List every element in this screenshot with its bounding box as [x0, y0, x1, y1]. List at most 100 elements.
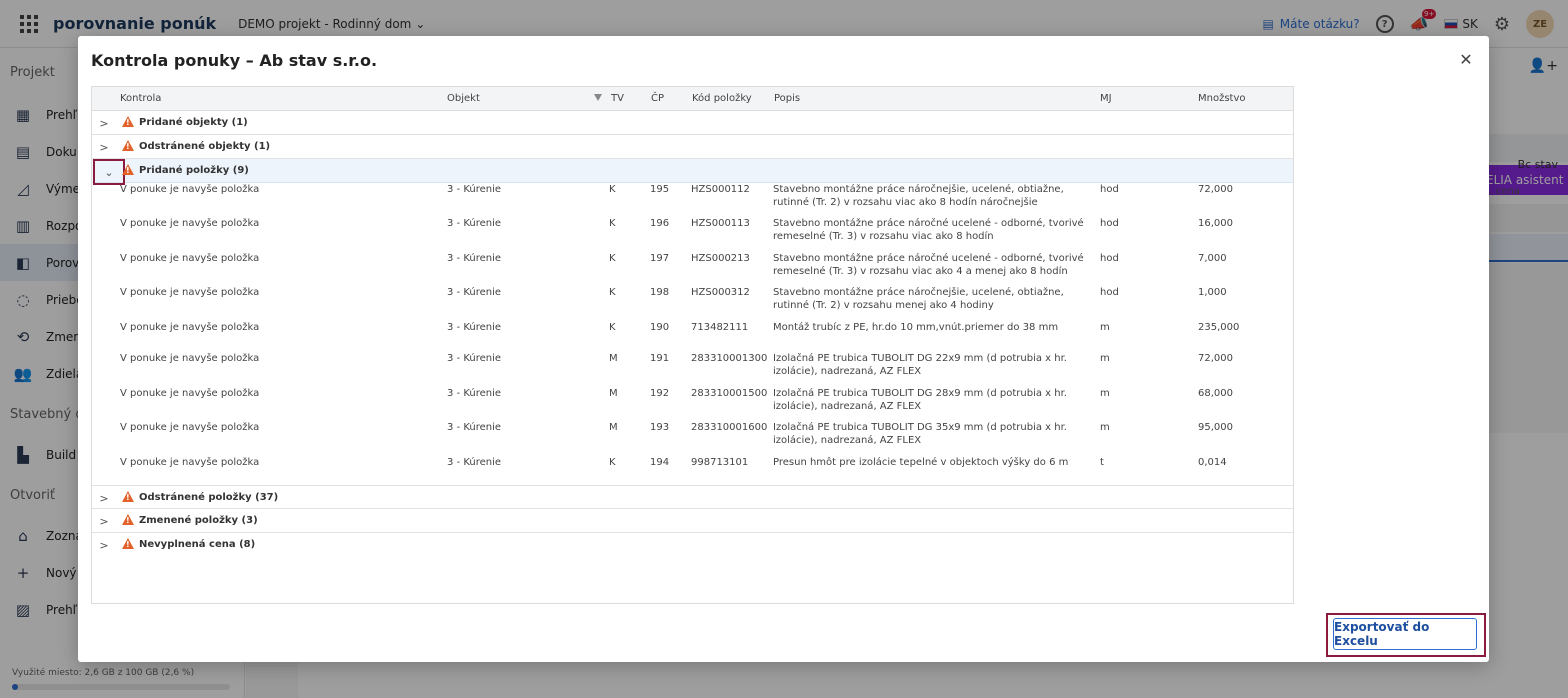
cell-objekt: 3 - Kúrenie — [447, 353, 502, 364]
cell-mnozstvo: 72,000 — [1198, 353, 1233, 364]
cell-cp: 193 — [650, 422, 670, 433]
cell-mnozstvo: 68,000 — [1198, 388, 1233, 399]
column-header-objekt[interactable]: Objekt — [447, 87, 480, 111]
cell-kod: 998713101 — [691, 457, 749, 468]
cell-popis: Stavebno montážne práce náročné ucelené … — [773, 253, 1084, 277]
chevron-right-icon[interactable]: > — [92, 533, 116, 557]
cell-cp: 192 — [650, 388, 670, 399]
cell-objekt: 3 - Kúrenie — [447, 287, 502, 298]
group-label: Odstránené položky (37) — [139, 492, 279, 503]
cell-mj: hod — [1100, 253, 1119, 264]
cell-cp: 196 — [650, 218, 670, 229]
cell-cp: 191 — [650, 353, 670, 364]
cell-mj: hod — [1100, 218, 1119, 229]
cell-mj: m — [1100, 322, 1110, 333]
chevron-right-icon[interactable]: > — [92, 111, 116, 135]
cell-kontrola: V ponuke je navyše položka — [120, 322, 260, 333]
cell-objekt: 3 - Kúrenie — [447, 322, 502, 333]
group-row-changed-items[interactable]: > Zmenené položky (3) — [92, 509, 1293, 533]
column-header-kontrola[interactable]: Kontrola — [120, 87, 161, 111]
cell-mj: hod — [1100, 184, 1119, 195]
cell-objekt: 3 - Kúrenie — [447, 388, 502, 399]
cell-popis: Montáž trubíc z PE, hr.do 10 mm,vnút.pri… — [773, 322, 1059, 333]
cell-kod: 713482111 — [691, 322, 749, 333]
offer-check-modal: Kontrola ponuky – Ab stav s.r.o. ✕ Kontr… — [78, 36, 1489, 662]
cell-kontrola: V ponuke je navyše položka — [120, 388, 260, 399]
cell-cp: 190 — [650, 322, 670, 333]
column-header-tv[interactable]: TV — [611, 87, 624, 111]
chevron-right-icon[interactable]: > — [92, 135, 116, 159]
export-to-excel-button[interactable]: Exportovať do Excelu — [1333, 618, 1477, 650]
cell-mj: m — [1100, 422, 1110, 433]
cell-mnozstvo: 16,000 — [1198, 218, 1233, 229]
column-header-mj[interactable]: MJ — [1100, 87, 1112, 111]
grid-header: Kontrola Objekt TV ČP Kód položky Popis … — [92, 87, 1293, 111]
cell-mnozstvo: 235,000 — [1198, 322, 1240, 333]
cell-tv: M — [609, 388, 618, 399]
cell-cp: 197 — [650, 253, 670, 264]
cell-kontrola: V ponuke je navyše položka — [120, 422, 260, 433]
group-label: Odstránené objekty (1) — [139, 141, 271, 152]
cell-tv: M — [609, 353, 618, 364]
warning-icon — [122, 164, 134, 175]
group-row-missing-price[interactable]: > Nevyplnená cena (8) — [92, 533, 1293, 557]
chevron-right-icon[interactable]: > — [92, 509, 116, 533]
cell-tv: M — [609, 422, 618, 433]
warning-icon — [122, 140, 134, 151]
cell-kontrola: V ponuke je navyše položka — [120, 353, 260, 364]
cell-kod: HZS000113 — [691, 218, 750, 229]
cell-objekt: 3 - Kúrenie — [447, 184, 502, 195]
cell-kontrola: V ponuke je navyše položka — [120, 184, 260, 195]
cell-mj: m — [1100, 388, 1110, 399]
cell-cp: 195 — [650, 184, 670, 195]
group-label: Pridané položky (9) — [139, 165, 249, 176]
cell-tv: K — [609, 218, 616, 229]
cell-objekt: 3 - Kúrenie — [447, 218, 502, 229]
cell-objekt: 3 - Kúrenie — [447, 253, 502, 264]
filter-icon[interactable] — [594, 94, 602, 101]
column-header-kod[interactable]: Kód položky — [692, 87, 752, 111]
cell-mnozstvo: 1,000 — [1198, 287, 1227, 298]
cell-kontrola: V ponuke je navyše položka — [120, 253, 260, 264]
column-header-mnozstvo[interactable]: Množstvo — [1198, 87, 1246, 111]
cell-tv: K — [609, 322, 616, 333]
warning-icon — [122, 514, 134, 525]
group-row-removed-items[interactable]: > Odstránené položky (37) — [92, 485, 1293, 509]
group-row-added-items[interactable]: ⌄ Pridané položky (9) — [92, 159, 1293, 185]
cell-kod: HZS000112 — [691, 184, 750, 195]
chevron-down-icon[interactable]: ⌄ — [93, 159, 125, 185]
close-icon[interactable]: ✕ — [1457, 50, 1475, 69]
column-header-cp[interactable]: ČP — [651, 87, 664, 111]
cell-popis: Izolačná PE trubica TUBOLIT DG 22x9 mm (… — [773, 353, 1067, 377]
cell-popis: Presun hmôt pre izolácie tepelné v objek… — [773, 457, 1069, 468]
group-row-added-objects[interactable]: > Pridané objekty (1) — [92, 111, 1293, 135]
cell-kod: 283310001500 — [691, 388, 768, 399]
cell-cp: 194 — [650, 457, 670, 468]
group-label: Nevyplnená cena (8) — [139, 539, 256, 550]
cell-popis: Stavebno montážne práce náročnejšie, uce… — [773, 287, 1064, 311]
cell-kod: HZS000312 — [691, 287, 750, 298]
group-label: Pridané objekty (1) — [139, 117, 248, 128]
group-row-removed-objects[interactable]: > Odstránené objekty (1) — [92, 135, 1293, 159]
cell-mj: hod — [1100, 287, 1119, 298]
cell-objekt: 3 - Kúrenie — [447, 457, 502, 468]
warning-icon — [122, 491, 134, 502]
cell-kod: 283310001300 — [691, 353, 768, 364]
check-grid: Kontrola Objekt TV ČP Kód položky Popis … — [91, 86, 1294, 604]
cell-kontrola: V ponuke je navyše položka — [120, 218, 260, 229]
cell-kontrola: V ponuke je navyše položka — [120, 457, 260, 468]
modal-title: Kontrola ponuky – Ab stav s.r.o. — [91, 51, 378, 70]
cell-tv: K — [609, 184, 616, 195]
cell-popis: Stavebno montážne práce náročnejšie, uce… — [773, 184, 1064, 208]
column-header-popis[interactable]: Popis — [774, 87, 800, 111]
cell-popis: Izolačná PE trubica TUBOLIT DG 35x9 mm (… — [773, 422, 1067, 446]
chevron-right-icon[interactable]: > — [92, 486, 116, 510]
warning-icon — [122, 538, 134, 549]
cell-cp: 198 — [650, 287, 670, 298]
cell-kod: 283310001600 — [691, 422, 768, 433]
cell-popis: Izolačná PE trubica TUBOLIT DG 28x9 mm (… — [773, 388, 1067, 412]
group-label: Zmenené položky (3) — [139, 515, 258, 526]
cell-tv: K — [609, 457, 616, 468]
cell-tv: K — [609, 253, 616, 264]
cell-tv: K — [609, 287, 616, 298]
